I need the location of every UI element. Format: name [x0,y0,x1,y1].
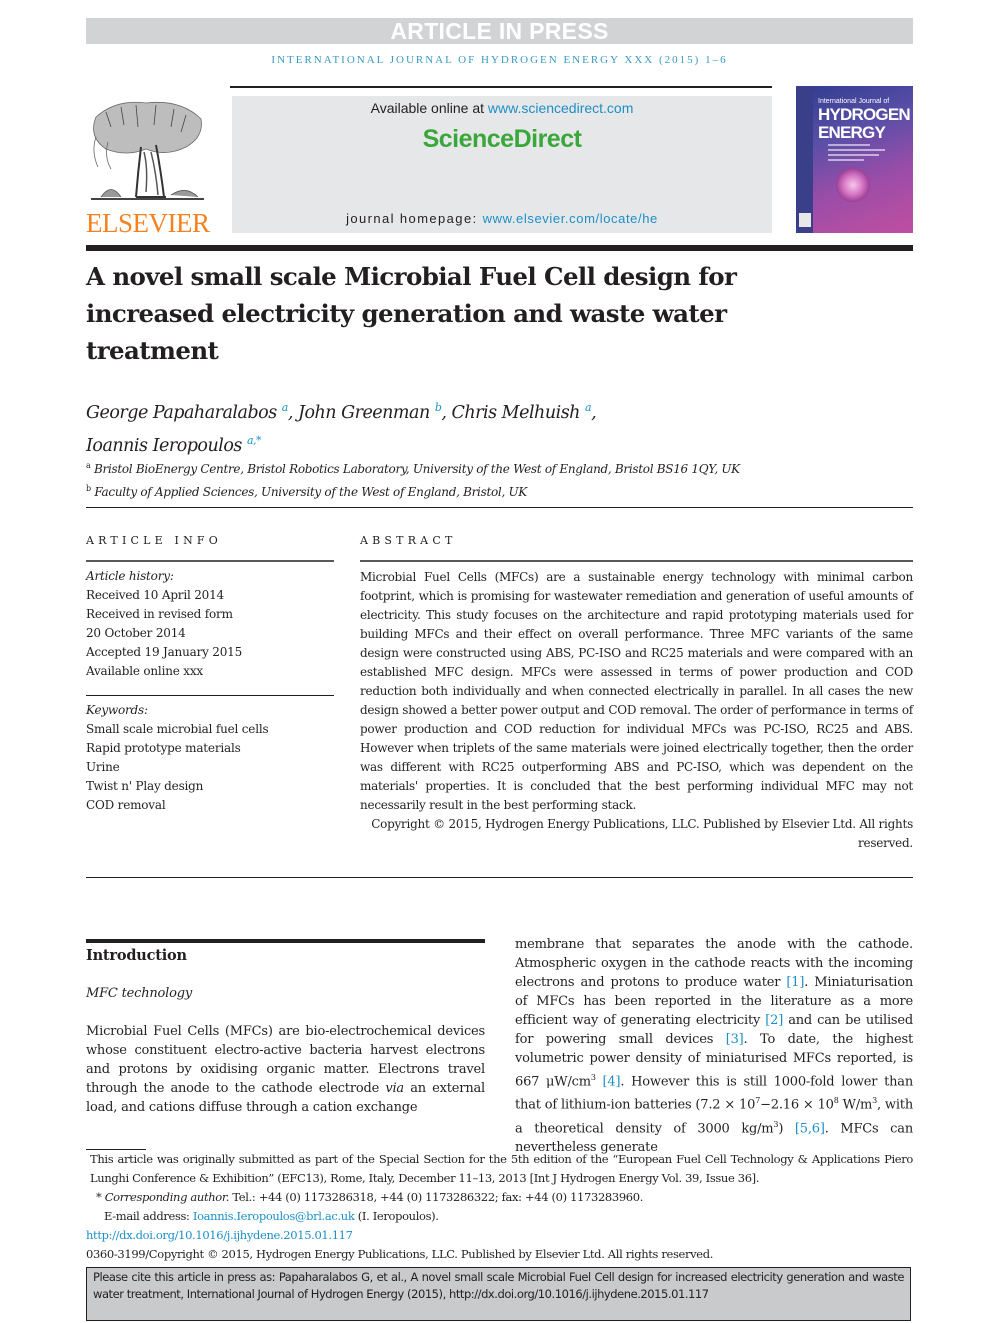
footnote-marker: * [96,1190,105,1204]
history-item: Available online xxx [86,664,203,678]
affiliations: a Bristol BioEnergy Centre, Bristol Robo… [86,456,916,502]
history-item: Received in revised form [86,607,233,621]
author-list: George Papaharalabos a, John Greenman b,… [86,394,806,460]
subsection-heading: MFC technology [86,986,193,1001]
cover-title-line3: ENERGY [818,123,886,142]
author-separator: , [287,402,298,423]
affiliation-item: a Bristol BioEnergy Centre, Bristol Robo… [86,456,916,479]
citation-link[interactable]: [5,6] [795,1121,825,1136]
affiliation-item: b Faculty of Applied Sciences, Universit… [86,479,916,502]
journal-homepage-link[interactable]: www.elsevier.com/locate/he [483,211,658,226]
body-left-column: Introduction MFC technology Microbial Fu… [86,946,485,1117]
author-name[interactable]: Ioannis Ieropoulos [86,436,242,456]
affiliation-key: b [86,484,91,493]
journal-homepage-line: journal homepage: www.elsevier.com/locat… [232,211,772,226]
history-item: 20 October 2014 [86,626,186,640]
elsevier-wordmark: ELSEVIER [86,208,210,238]
abstract-copyright: Copyright © 2015, Hydrogen Energy Public… [371,817,913,850]
article-info-heading: ARTICLE INFO [86,534,222,547]
affiliation-text: Bristol BioEnergy Centre, Bristol Roboti… [94,462,740,476]
available-online-line: Available online at www.sciencedirect.co… [232,100,772,116]
article-history: Article history: Received 10 April 2014 … [86,567,336,681]
body-paragraph: membrane that separates the anode with t… [515,935,913,1157]
citation-link[interactable]: [4] [603,1074,621,1089]
issn-copyright: 0360-3199/Copyright © 2015, Hydrogen Ene… [86,1247,714,1261]
keywords: Keywords: Small scale microbial fuel cel… [86,701,336,815]
body-text-italic: via [385,1081,404,1096]
contact-numbers: Tel.: +44 (0) 1173286318, +44 (0) 117328… [229,1190,644,1204]
abstract-rule [360,560,913,562]
cover-sidebar [796,86,813,233]
keyword-item: COD removal [86,798,166,812]
author-name[interactable]: George Papaharalabos [86,403,277,423]
email-link[interactable]: Ioannis.Ieropoulos@brl.ac.uk [193,1209,355,1223]
superscript: 3 [590,1073,596,1082]
article-info-rule [86,560,334,562]
article-in-press-banner: ARTICLE IN PRESS [86,18,913,44]
keyword-item: Rapid prototype materials [86,741,241,755]
body-text: ) [778,1120,795,1136]
author-name[interactable]: Chris Melhuish [452,403,581,423]
journal-cover-image: International Journal of HYDROGEN ENERGY [796,86,913,233]
sciencedirect-link[interactable]: www.sciencedirect.com [488,100,634,116]
citation-link[interactable]: [3] [726,1032,744,1047]
citation-link[interactable]: [2] [765,1013,783,1028]
abstract-body: Microbial Fuel Cells (MFCs) are a sustai… [360,568,913,853]
section-heading: Introduction [86,947,187,964]
keywords-label: Keywords: [86,703,148,717]
cover-publisher-logo-icon [799,213,811,227]
cover-editors-text [828,144,888,164]
section-rule [86,939,485,943]
body-text: −2.16 × 10 [760,1097,834,1113]
history-item: Received 10 April 2014 [86,588,224,602]
affiliation-key: a [86,461,91,470]
header-divider [86,507,913,508]
email-owner: (I. Ieropoulos). [354,1209,439,1223]
footnotes: This article was originally submitted as… [86,1150,913,1264]
abstract-heading: ABSTRACT [360,534,457,547]
citation-link[interactable]: [1] [786,975,804,990]
article-history-label: Article history: [86,569,174,583]
running-head: international journal of hydrogen energy… [271,54,728,66]
footnote-special-section: This article was originally submitted as… [90,1152,913,1185]
keyword-item: Urine [86,760,120,774]
keywords-rule [86,695,334,696]
masthead-top-rule [230,86,772,88]
affiliation-text: Faculty of Applied Sciences, University … [94,485,527,499]
keyword-item: Twist n' Play design [86,779,204,793]
body-text: W/m [838,1097,873,1113]
available-online-label: Available online at [370,100,488,116]
email-label: E-mail address: [104,1209,193,1223]
abstract-bottom-rule [86,877,913,878]
elsevier-tree-logo-icon [91,101,204,200]
author-separator: , [591,402,597,423]
body-right-column: membrane that separates the anode with t… [515,935,913,1157]
journal-homepage-label: journal homepage: [346,211,483,226]
author-name[interactable]: John Greenman [298,403,430,423]
cover-title-line1: International Journal of [818,98,890,105]
history-item: Accepted 19 January 2015 [86,645,243,659]
cover-orb-graphic [836,168,870,202]
body-paragraph: Microbial Fuel Cells (MFCs) are bio-elec… [86,1022,485,1117]
footnote-email: E-mail address: Ioannis.Ieropoulos@brl.a… [86,1207,913,1226]
footnote-corresponding-author: * Corresponding author. Tel.: +44 (0) 11… [86,1188,913,1207]
author-affiliation-marker[interactable]: a,* [247,434,262,447]
doi-link[interactable]: http://dx.doi.org/10.1016/j.ijhydene.201… [86,1226,913,1245]
corresponding-author-label: Corresponding author. [104,1190,230,1204]
author-separator: , [441,402,452,423]
sciencedirect-logo: ScienceDirect [422,125,582,153]
masthead-bottom-rule [86,245,913,251]
cover-title-main: HYDROGEN ENERGY [818,105,911,142]
keyword-item: Small scale microbial fuel cells [86,722,269,736]
citation-notice-box: Please cite this article in press as: Pa… [86,1267,911,1321]
article-title: A novel small scale Microbial Fuel Cell … [86,262,737,365]
cover-title-line2: HYDROGEN [818,105,911,124]
abstract-text: Microbial Fuel Cells (MFCs) are a sustai… [360,570,913,812]
